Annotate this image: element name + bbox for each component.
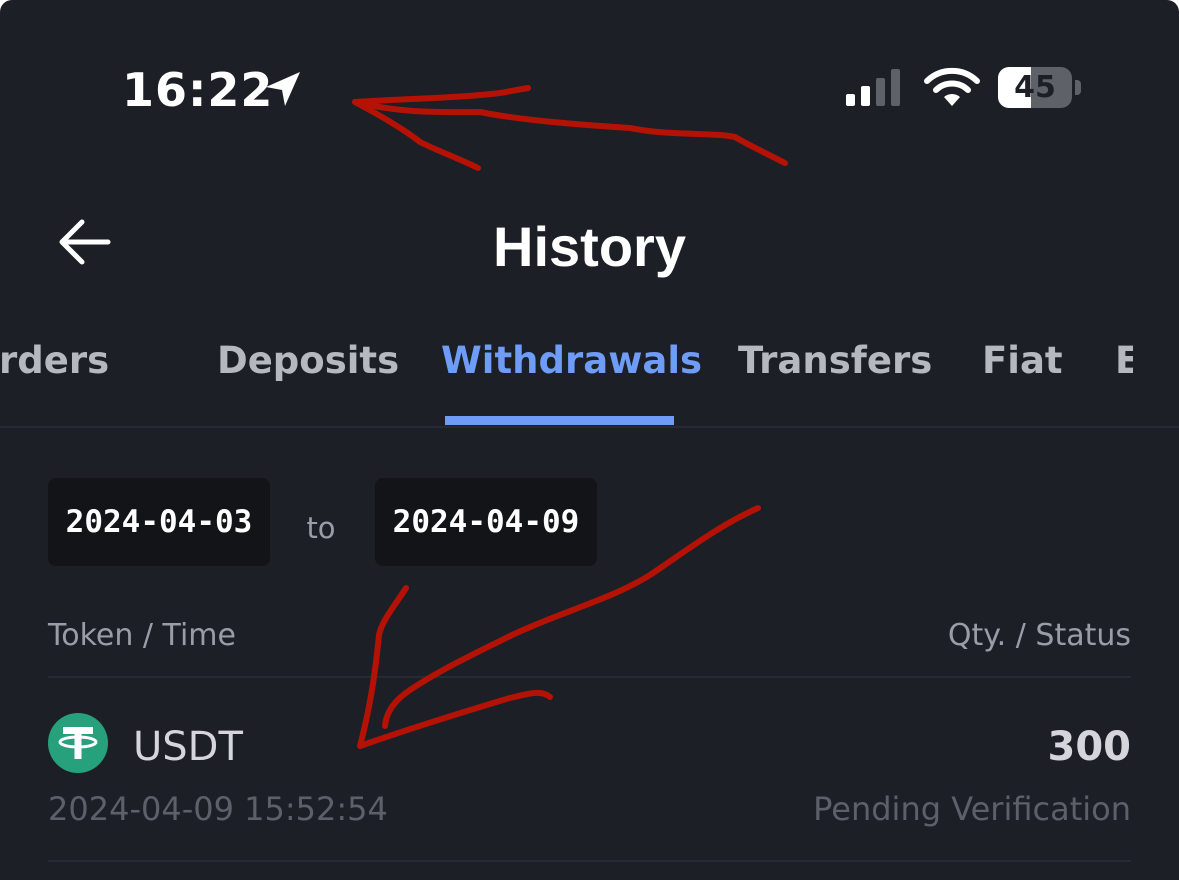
transaction-time: 2024-04-09 15:52:54 bbox=[48, 790, 388, 828]
withdrawal-quantity: 300 bbox=[1047, 724, 1132, 770]
end-date-picker[interactable]: 2024-04-09 bbox=[375, 478, 597, 566]
cellular-signal-icon bbox=[846, 69, 900, 106]
tab-orders[interactable]: rders bbox=[0, 338, 109, 384]
status-bar-time: 16:22 bbox=[122, 63, 274, 117]
column-header-token-time: Token / Time bbox=[48, 618, 236, 653]
token-name: USDT bbox=[133, 724, 243, 770]
app-screen: 16:22 45 History rders Deposits Withdraw… bbox=[0, 0, 1179, 880]
annotation-arrowhead-list-item bbox=[357, 585, 553, 749]
withdrawal-status: Pending Verification bbox=[813, 790, 1131, 828]
tab-withdrawals[interactable]: Withdrawals bbox=[441, 338, 702, 384]
battery-tip bbox=[1075, 80, 1081, 95]
start-date-picker[interactable]: 2024-04-03 bbox=[48, 478, 270, 566]
tabs-divider bbox=[0, 426, 1179, 428]
tab-transfers[interactable]: Transfers bbox=[738, 338, 932, 384]
page-title: History bbox=[493, 215, 686, 278]
battery-icon: 45 bbox=[998, 67, 1072, 108]
tab-next[interactable]: E bbox=[1115, 338, 1133, 384]
wifi-icon bbox=[924, 67, 980, 106]
tab-deposits[interactable]: Deposits bbox=[217, 338, 399, 384]
location-arrow-icon bbox=[266, 72, 300, 106]
row-divider bbox=[48, 860, 1131, 862]
annotation-arrowhead-status-bar bbox=[352, 99, 481, 171]
battery-percentage: 45 bbox=[1014, 70, 1056, 105]
active-tab-indicator bbox=[445, 416, 674, 425]
annotation-arrow-status-bar bbox=[352, 85, 788, 166]
date-range-separator: to bbox=[306, 511, 336, 545]
history-tabs: rders Deposits Withdrawals Transfers Fia… bbox=[0, 330, 1133, 426]
header-divider bbox=[48, 676, 1131, 678]
tab-fiat[interactable]: Fiat bbox=[982, 338, 1063, 384]
tether-icon bbox=[48, 713, 108, 773]
column-header-qty-status: Qty. / Status bbox=[947, 618, 1131, 653]
